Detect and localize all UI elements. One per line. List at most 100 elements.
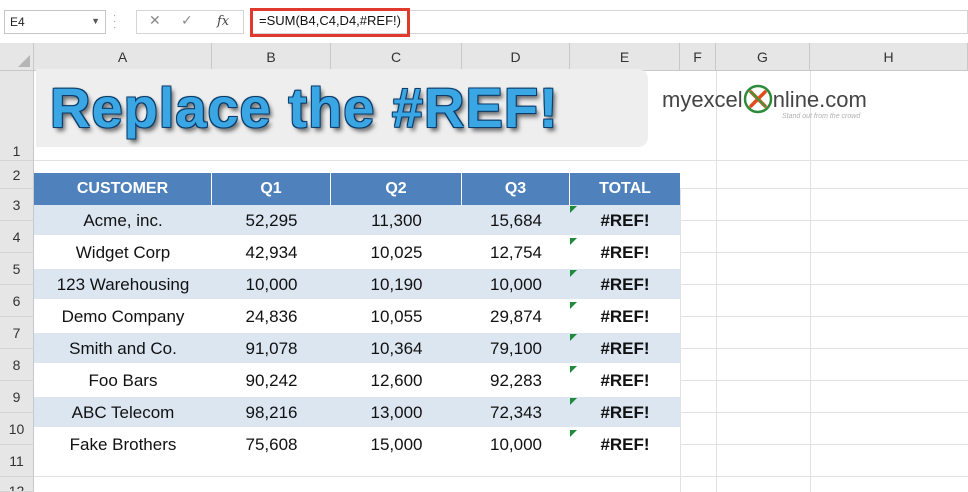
row-header-11[interactable]: 11 <box>0 445 34 477</box>
name-box[interactable]: E4 ▼ <box>4 10 106 34</box>
table-cell-q2[interactable]: 10,055 <box>331 301 462 332</box>
column-header-g[interactable]: G <box>716 43 810 71</box>
error-indicator-icon[interactable] <box>570 398 577 405</box>
error-indicator-icon[interactable] <box>570 270 577 277</box>
table-header-total[interactable]: TOTAL <box>570 173 680 205</box>
table-cell-customer[interactable]: 123 Warehousing <box>34 269 212 300</box>
column-header-d[interactable]: D <box>462 43 570 71</box>
table-cell-q3[interactable]: 10,000 <box>462 269 570 300</box>
error-indicator-icon[interactable] <box>570 302 577 309</box>
select-all-button[interactable] <box>0 43 34 71</box>
table-header-customer[interactable]: CUSTOMER <box>34 173 212 205</box>
table-cell-total[interactable]: #REF! <box>570 429 680 460</box>
logo-tagline: Stand out from the crowd <box>782 113 861 120</box>
gridline <box>680 284 968 285</box>
row-header-6[interactable]: 6 <box>0 285 34 317</box>
table-cell-total[interactable]: #REF! <box>570 333 680 364</box>
gridline <box>680 220 968 221</box>
row-header-5[interactable]: 5 <box>0 253 34 285</box>
chevron-down-icon[interactable]: ▼ <box>91 16 100 26</box>
column-header-c[interactable]: C <box>331 43 462 71</box>
error-indicator-icon[interactable] <box>570 366 577 373</box>
enter-icon[interactable]: ✓ <box>181 13 193 29</box>
table-cell-q2[interactable]: 10,364 <box>331 333 462 364</box>
table-cell-q3[interactable]: 15,684 <box>462 205 570 236</box>
column-header-f[interactable]: F <box>680 43 716 71</box>
table-cell-q1[interactable]: 10,000 <box>212 269 331 300</box>
column-header-b[interactable]: B <box>212 43 331 71</box>
gridline <box>680 444 968 445</box>
table-cell-customer[interactable]: Widget Corp <box>34 237 212 268</box>
table-cell-q3[interactable]: 12,754 <box>462 237 570 268</box>
worksheet: A B C D E F G H 1 2 3 4 5 6 7 8 9 10 11 … <box>0 43 968 492</box>
banner-title: Replace the #REF! <box>50 76 559 139</box>
row-header-3[interactable]: 3 <box>0 189 34 221</box>
table-cell-total[interactable]: #REF! <box>570 397 680 428</box>
table-cell-q2[interactable]: 10,025 <box>331 237 462 268</box>
table-cell-customer[interactable]: Acme, inc. <box>34 205 212 236</box>
column-header-e[interactable]: E <box>570 43 680 71</box>
table-cell-total[interactable]: #REF! <box>570 301 680 332</box>
fx-icon[interactable]: fx <box>217 14 229 29</box>
gridline <box>680 380 968 381</box>
table-cell-q2[interactable]: 15,000 <box>331 429 462 460</box>
error-indicator-icon[interactable] <box>570 206 577 213</box>
column-header-a[interactable]: A <box>34 43 212 71</box>
table-cell-q2[interactable]: 11,300 <box>331 205 462 236</box>
logo-text-before: myexcel <box>662 86 743 112</box>
table-cell-q1[interactable]: 24,836 <box>212 301 331 332</box>
row-header-12[interactable]: 12 <box>0 477 34 492</box>
table-cell-q3[interactable]: 10,000 <box>462 429 570 460</box>
row-header-9[interactable]: 9 <box>0 381 34 413</box>
gridline <box>680 189 681 492</box>
name-box-value: E4 <box>10 15 25 29</box>
row-header-10[interactable]: 10 <box>0 413 34 445</box>
table-cell-q3[interactable]: 79,100 <box>462 333 570 364</box>
table-cell-q1[interactable]: 91,078 <box>212 333 331 364</box>
table-cell-q1[interactable]: 52,295 <box>212 205 331 236</box>
error-indicator-icon[interactable] <box>570 238 577 245</box>
table-cell-total[interactable]: #REF! <box>570 205 680 236</box>
row-header-2[interactable]: 2 <box>0 161 34 189</box>
column-header-h[interactable]: H <box>810 43 968 71</box>
gridline <box>680 412 968 413</box>
table-cell-customer[interactable]: ABC Telecom <box>34 397 212 428</box>
gridline <box>716 71 717 492</box>
row-header-4[interactable]: 4 <box>0 221 34 253</box>
table-cell-total[interactable]: #REF! <box>570 365 680 396</box>
row-header-7[interactable]: 7 <box>0 317 34 349</box>
table-header-q1[interactable]: Q1 <box>212 173 331 205</box>
table-cell-q2[interactable]: 13,000 <box>331 397 462 428</box>
formula-buttons: ✕ ✓ fx <box>136 10 244 34</box>
gridline <box>680 316 968 317</box>
table-cell-total[interactable]: #REF! <box>570 237 680 268</box>
row-header-1[interactable]: 1 <box>0 71 34 161</box>
title-banner: Replace the #REF! <box>36 69 648 147</box>
error-indicator-icon[interactable] <box>570 430 577 437</box>
formula-bar: E4 ▼ · · · ✕ ✓ fx =SUM(B4,C4,D4,#REF!) <box>0 0 968 43</box>
table-cell-customer[interactable]: Smith and Co. <box>34 333 212 364</box>
table-cell-q1[interactable]: 90,242 <box>212 365 331 396</box>
gridline <box>680 348 968 349</box>
corner-triangle-icon <box>18 55 30 67</box>
gridline <box>680 252 968 253</box>
table-cell-customer[interactable]: Demo Company <box>34 301 212 332</box>
error-indicator-icon[interactable] <box>570 334 577 341</box>
table-cell-q2[interactable]: 10,190 <box>331 269 462 300</box>
table-cell-total[interactable]: #REF! <box>570 269 680 300</box>
table-cell-q2[interactable]: 12,600 <box>331 365 462 396</box>
table-cell-q1[interactable]: 98,216 <box>212 397 331 428</box>
drag-handle-icon[interactable]: · · · <box>113 11 117 33</box>
table-cell-q3[interactable]: 72,343 <box>462 397 570 428</box>
logo-text: myexcel nline.com <box>662 84 867 116</box>
row-header-8[interactable]: 8 <box>0 349 34 381</box>
cancel-icon[interactable]: ✕ <box>149 13 161 29</box>
table-header-q2[interactable]: Q2 <box>331 173 462 205</box>
table-cell-q1[interactable]: 75,608 <box>212 429 331 460</box>
table-header-q3[interactable]: Q3 <box>462 173 570 205</box>
table-cell-customer[interactable]: Fake Brothers <box>34 429 212 460</box>
table-cell-customer[interactable]: Foo Bars <box>34 365 212 396</box>
table-cell-q3[interactable]: 92,283 <box>462 365 570 396</box>
table-cell-q1[interactable]: 42,934 <box>212 237 331 268</box>
table-cell-q3[interactable]: 29,874 <box>462 301 570 332</box>
